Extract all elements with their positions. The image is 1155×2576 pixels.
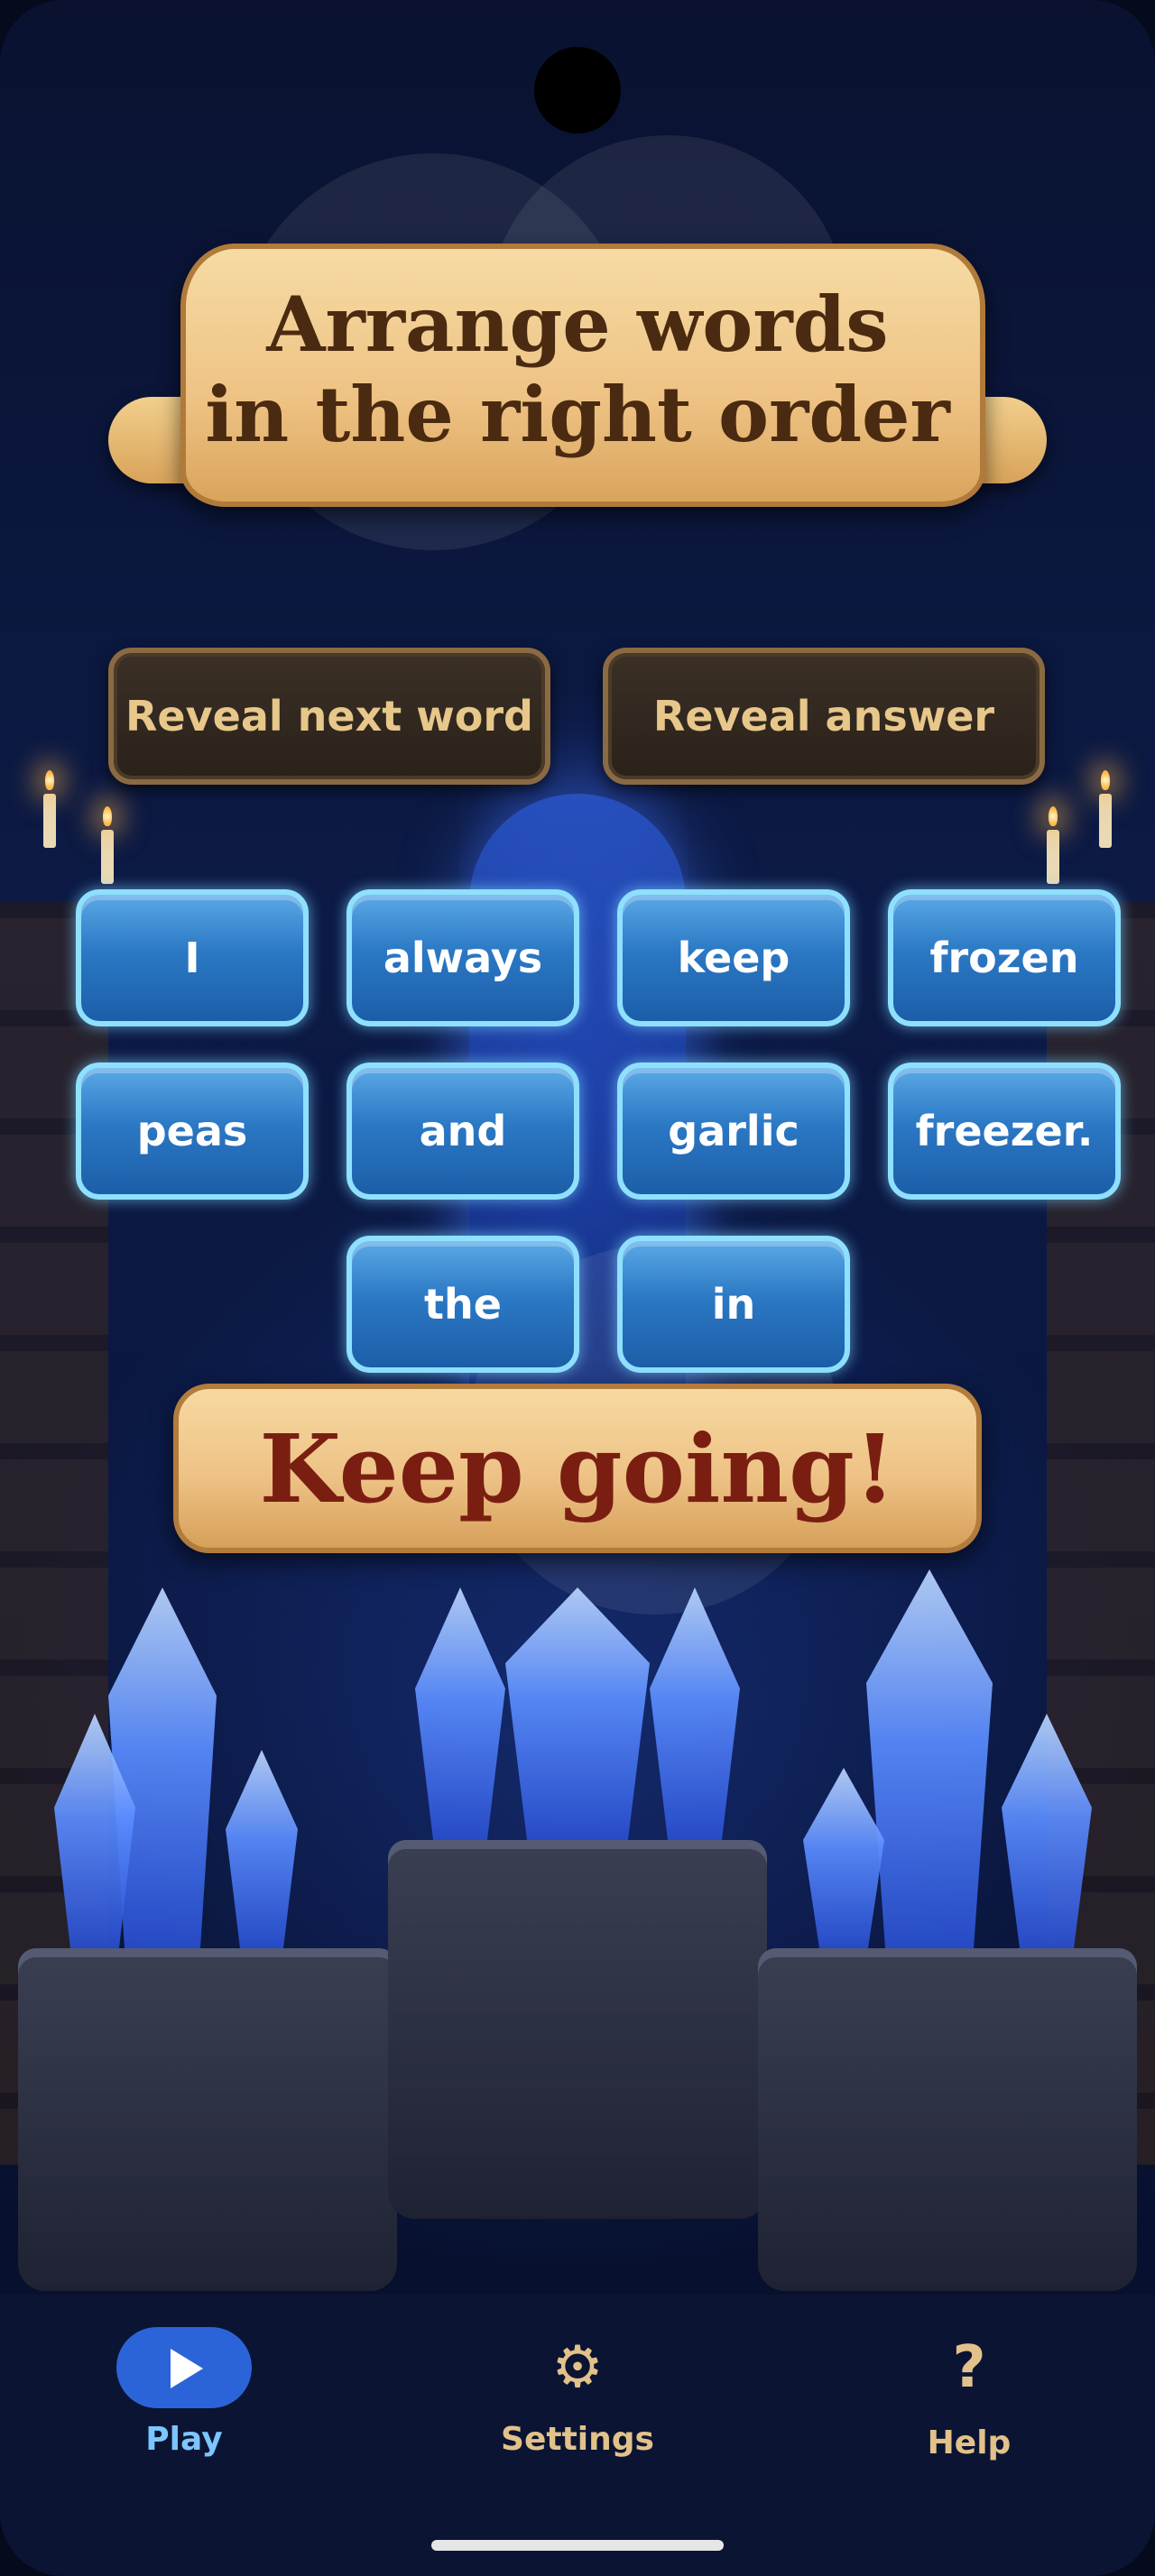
title-line-1: Arrange words — [266, 280, 889, 369]
word-tile[interactable]: and — [346, 1063, 579, 1200]
play-icon — [171, 2349, 203, 2388]
word-tile[interactable]: peas — [76, 1063, 309, 1200]
help-icon: ? — [952, 2334, 986, 2401]
word-tile[interactable]: in — [617, 1236, 850, 1373]
nav-play[interactable]: Play — [49, 2295, 319, 2511]
reveal-next-word-button[interactable]: Reveal next word — [108, 648, 550, 785]
gear-icon: ⚙ — [551, 2334, 604, 2401]
candle-icon — [1099, 770, 1112, 848]
pedestal-right — [758, 1948, 1137, 2291]
candle-icon — [43, 770, 56, 848]
crystal-left-small — [226, 1750, 298, 1948]
word-tile[interactable]: frozen — [888, 889, 1121, 1026]
nav-help-label: Help — [927, 2424, 1012, 2461]
game-screen: Arrange words in the right order Reveal … — [0, 0, 1155, 2576]
crystal-center-small — [415, 1587, 505, 1840]
bottom-navigation: Play ⚙ Settings ? Help — [0, 2295, 1155, 2576]
nav-settings[interactable]: ⚙ Settings — [442, 2295, 713, 2511]
crystal-center-small — [650, 1587, 740, 1840]
word-tile[interactable]: keep — [617, 889, 850, 1026]
word-tile[interactable]: freezer. — [888, 1063, 1121, 1200]
candle-icon — [101, 806, 114, 884]
front-camera — [534, 47, 621, 133]
title-line-2: in the right order — [205, 370, 950, 459]
candle-icon — [1047, 806, 1059, 884]
pedestal-center — [388, 1840, 767, 2219]
crystal-center — [505, 1587, 650, 1840]
feedback-banner: Keep going! — [173, 1384, 982, 1553]
title-banner: Arrange words in the right order — [108, 244, 1047, 514]
word-tile[interactable]: the — [346, 1236, 579, 1373]
nav-help[interactable]: ? Help — [834, 2295, 1104, 2511]
pedestal-left — [18, 1948, 397, 2291]
crystal-right — [866, 1569, 993, 1948]
nav-settings-label: Settings — [501, 2421, 654, 2458]
reveal-answer-button[interactable]: Reveal answer — [603, 648, 1045, 785]
word-tile[interactable]: always — [346, 889, 579, 1026]
word-tile[interactable]: garlic — [617, 1063, 850, 1200]
word-tile[interactable]: I — [76, 889, 309, 1026]
nav-play-label: Play — [145, 2421, 223, 2458]
page-title: Arrange words in the right order — [108, 280, 1047, 460]
crystal-right-small — [803, 1768, 884, 1948]
home-indicator[interactable] — [431, 2540, 724, 2551]
